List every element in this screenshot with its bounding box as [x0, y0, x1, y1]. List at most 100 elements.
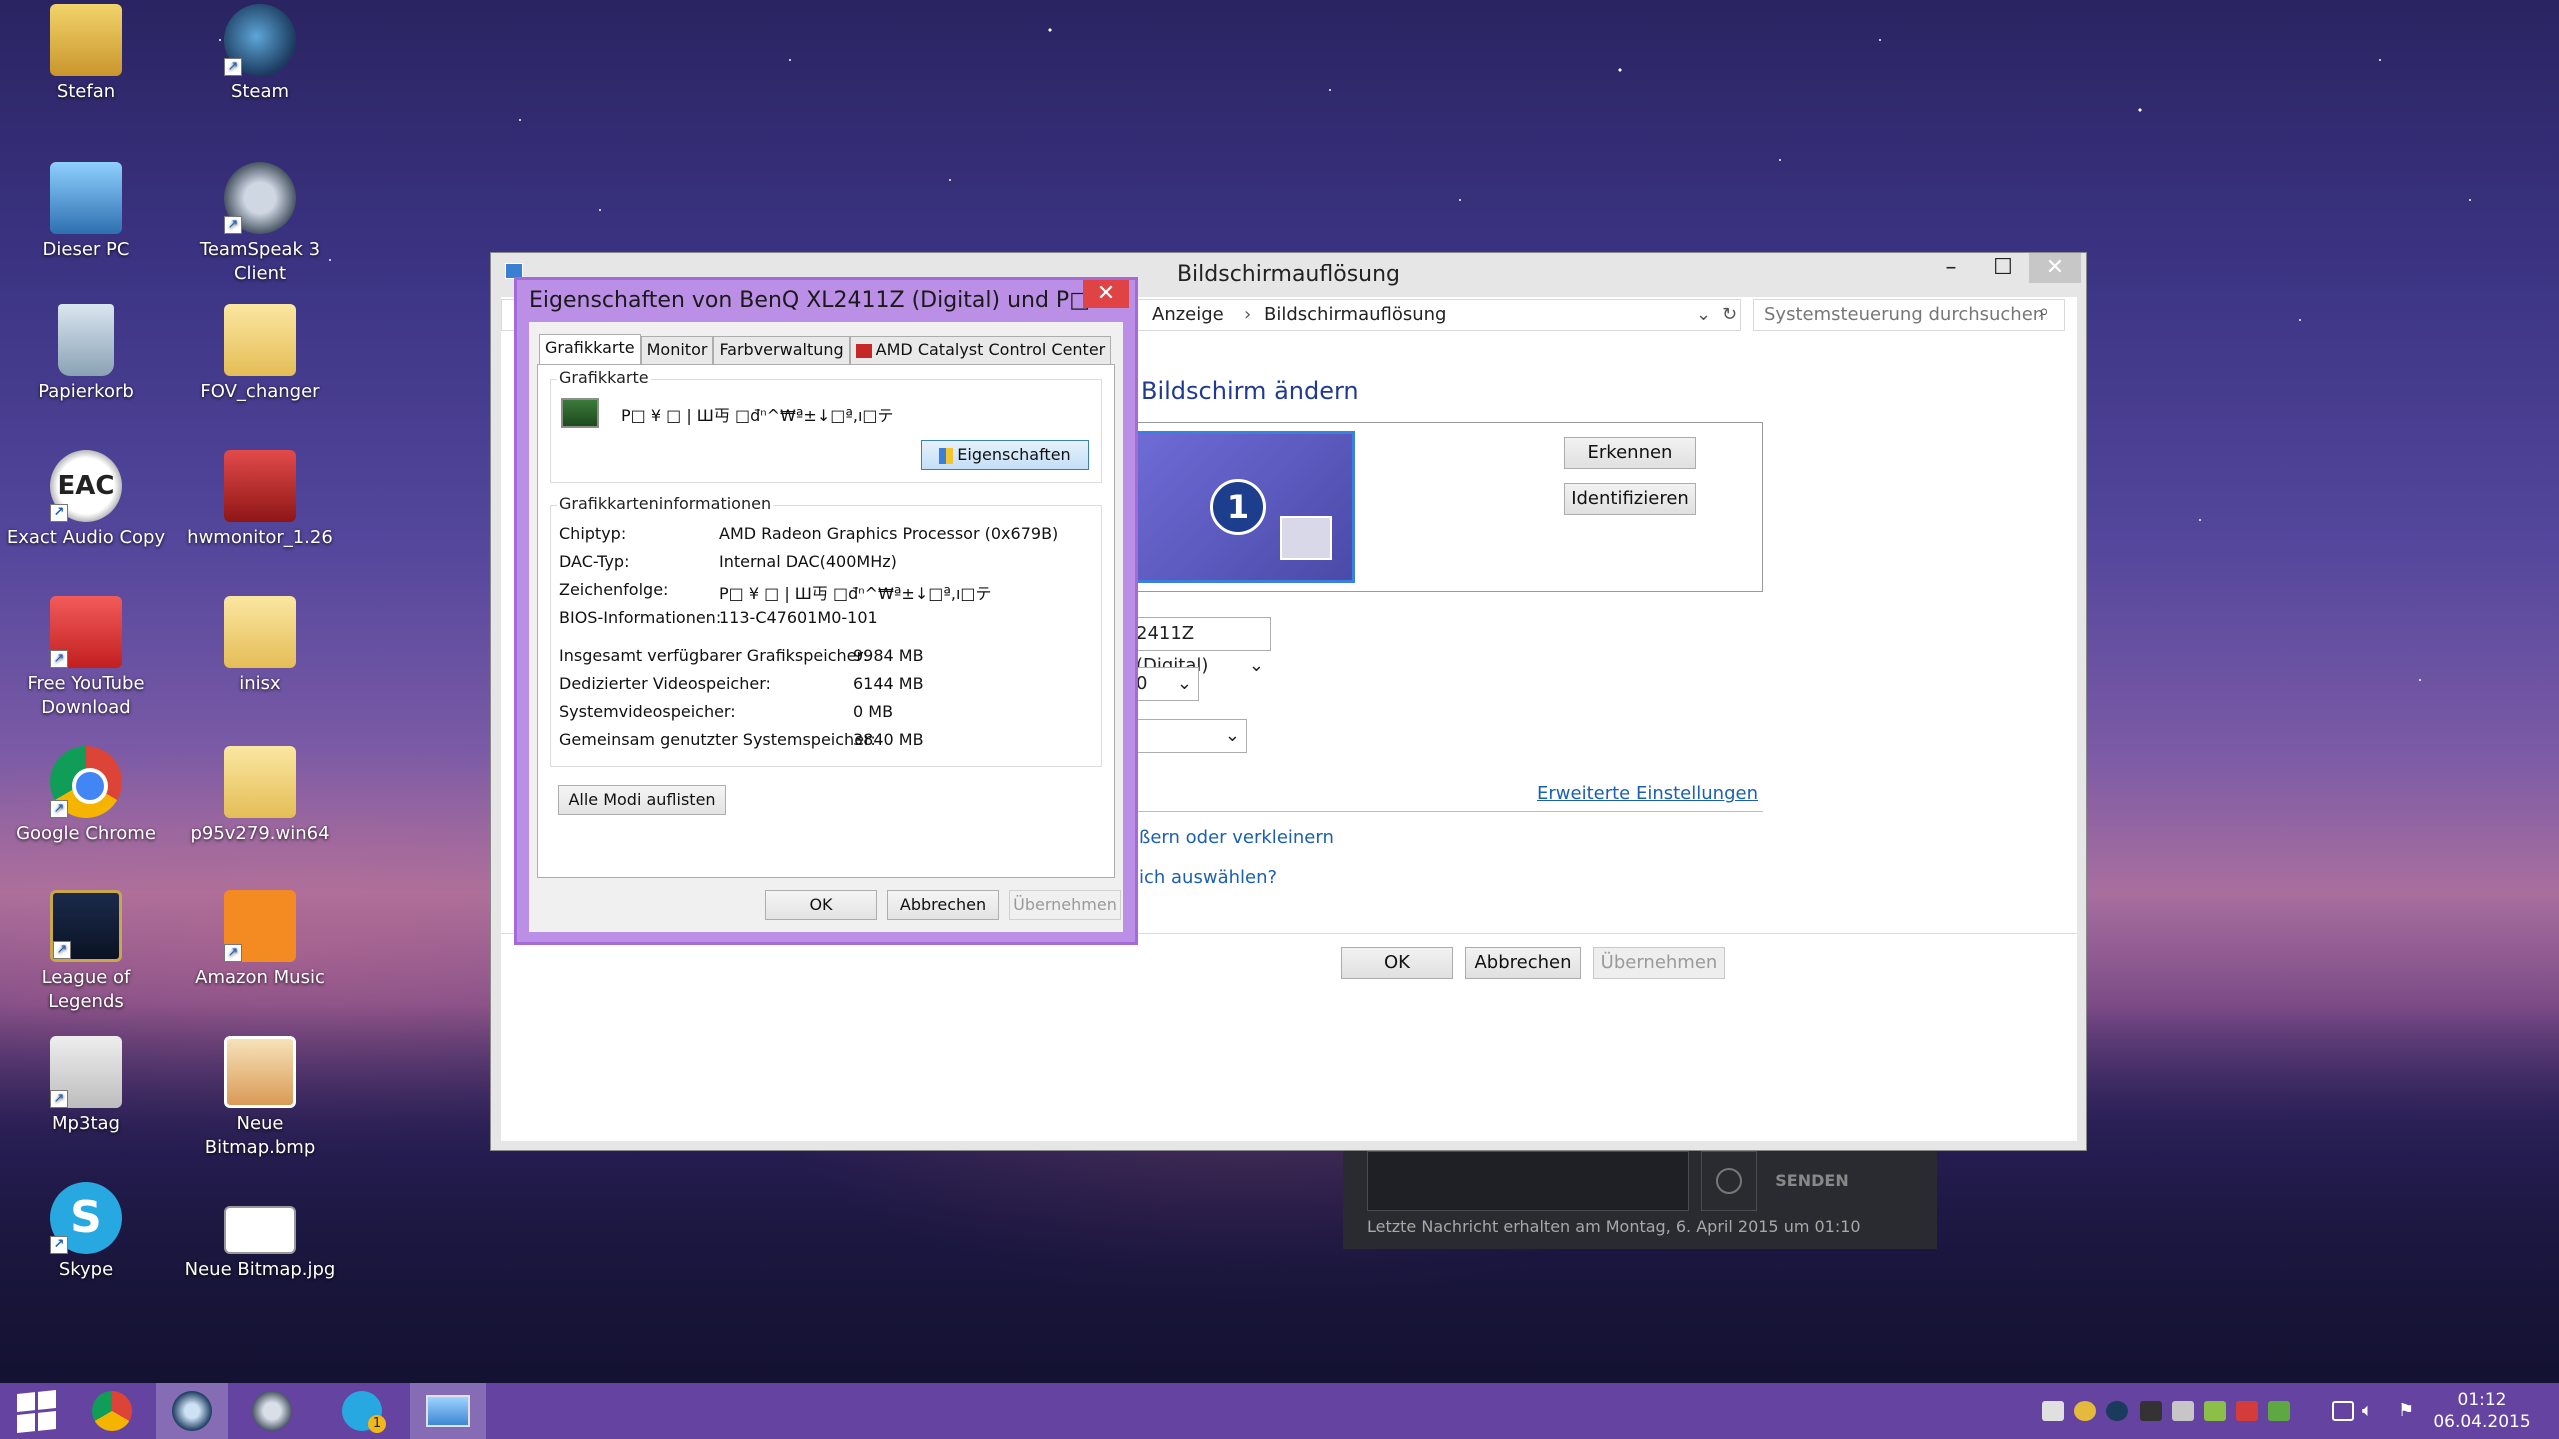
- info-value: AMD Radeon Graphics Processor (0x679B): [719, 524, 1059, 543]
- taskbar: 1 🔈︎ ⚑ 01:12 06.04.2015: [0, 1383, 2559, 1439]
- tray-hardware-icon[interactable]: [2204, 1401, 2226, 1421]
- desktop-icon-mp3tag[interactable]: ↗ Mp3tag: [6, 1036, 166, 1136]
- tab-monitor[interactable]: Monitor: [640, 336, 714, 364]
- start-button[interactable]: [0, 1383, 72, 1439]
- desktop-icon-papierkorb[interactable]: Papierkorb: [6, 304, 166, 404]
- tray-logitech-icon[interactable]: [2140, 1401, 2162, 1421]
- tray-settings-icon[interactable]: [2172, 1401, 2194, 1421]
- dialog-ok-button[interactable]: OK: [765, 890, 877, 920]
- chevron-down-icon[interactable]: ⌄: [1696, 300, 1711, 330]
- resolution-select[interactable]: 0 ⌄: [1131, 667, 1199, 701]
- bitmap-icon: [224, 1036, 296, 1108]
- divider: [1131, 811, 1763, 812]
- advanced-settings-link[interactable]: Erweiterte Einstellungen: [1537, 783, 1758, 804]
- desktop-icon-neue-bitmap-bmp[interactable]: Neue Bitmap.bmp: [180, 1036, 340, 1160]
- desktop-icon-dieser-pc[interactable]: Dieser PC: [6, 162, 166, 262]
- tray-norton-icon[interactable]: [2074, 1401, 2096, 1421]
- tab-amd-catalyst[interactable]: AMD Catalyst Control Center: [849, 336, 1112, 364]
- taskbar-control-panel[interactable]: [410, 1383, 486, 1439]
- eac-icon: EAC ↗: [50, 450, 122, 522]
- minimize-button[interactable]: –: [1925, 253, 1977, 283]
- teamspeak-icon: [252, 1391, 292, 1431]
- identify-button[interactable]: Identifizieren: [1564, 483, 1696, 515]
- desktop-icon-neue-bitmap-jpg[interactable]: Neue Bitmap.jpg: [180, 1182, 340, 1282]
- taskbar-teamspeak[interactable]: [236, 1383, 308, 1439]
- search-input[interactable]: Systemsteuerung durchsuchen: [1753, 299, 2065, 331]
- clock-time: 01:12: [2457, 1390, 2507, 1410]
- skype-icon: S ↗: [50, 1182, 122, 1254]
- detect-button[interactable]: Erkennen: [1564, 437, 1696, 469]
- minimize-icon: –: [1945, 255, 1957, 280]
- recycle-bin-icon: [58, 304, 114, 376]
- cancel-button[interactable]: Abbrechen: [1465, 947, 1581, 979]
- breadcrumb-anzeige[interactable]: Anzeige: [1152, 300, 1224, 330]
- info-value: P□ ¥ □ | Ш丏 □đⁿ^₩ª±↓□ª,ı□テ: [719, 584, 992, 603]
- desktop-icon-fov-changer[interactable]: FOV_changer: [180, 304, 340, 404]
- desktop-icon-hwmonitor[interactable]: hwmonitor_1.26: [180, 450, 340, 550]
- tab-bar: Grafikkarte Monitor Farbverwaltung AMD C…: [539, 334, 1112, 364]
- desktop-icon-steam[interactable]: ↗ Steam: [180, 4, 340, 104]
- orientation-select[interactable]: ⌄: [1131, 719, 1247, 753]
- shield-icon: [939, 447, 954, 464]
- info-value: 113-C47601M0-101: [719, 608, 878, 627]
- mp3tag-icon: ↗: [50, 1036, 122, 1108]
- folder-icon: [224, 304, 296, 376]
- action-center-flag-icon[interactable]: ⚑: [2398, 1401, 2420, 1421]
- ok-button[interactable]: OK: [1341, 947, 1453, 979]
- tray-steam-icon[interactable]: [2106, 1401, 2128, 1421]
- maximize-button[interactable]: ☐: [1977, 253, 2029, 283]
- monitor-1-tile[interactable]: 1: [1132, 431, 1355, 583]
- desktop-icon-free-youtube-download[interactable]: ↗ Free YouTube Download: [6, 596, 166, 720]
- dialog-cancel-button[interactable]: Abbrechen: [887, 890, 999, 920]
- tab-grafikkarte[interactable]: Grafikkarte: [539, 334, 641, 364]
- tray-app-icon[interactable]: [2042, 1401, 2064, 1421]
- refresh-icon[interactable]: ↻: [1722, 300, 1737, 330]
- desktop-icon-label: Papierkorb: [38, 381, 134, 402]
- breadcrumb-bildschirmaufloesung[interactable]: Bildschirmauflösung: [1264, 300, 1447, 330]
- close-button[interactable]: ✕: [2029, 253, 2081, 283]
- desktop-icon-inisx[interactable]: inisx: [180, 596, 340, 696]
- desktop-icon-skype[interactable]: S ↗ Skype: [6, 1182, 166, 1282]
- desktop-icon-label: Exact Audio Copy: [6, 527, 166, 548]
- desktop-icon-amazon-music[interactable]: ↗ Amazon Music: [180, 890, 340, 990]
- display-select[interactable]: 2411Z (Digital) ⌄: [1131, 617, 1271, 676]
- memory-value: 9984 MB: [853, 646, 924, 665]
- emoticon-button[interactable]: [1701, 1151, 1757, 1211]
- close-icon: ✕: [2045, 255, 2065, 280]
- tray-nvidia-icon[interactable]: [2268, 1401, 2290, 1421]
- memory-value: 0 MB: [853, 702, 894, 721]
- tray-amd-icon[interactable]: [2236, 1401, 2258, 1421]
- taskbar-skype[interactable]: 1: [326, 1383, 398, 1439]
- list-all-modes-button[interactable]: Alle Modi auflisten: [558, 785, 726, 815]
- desktop-icon-google-chrome[interactable]: ↗ Google Chrome: [6, 746, 166, 846]
- control-panel-icon: [426, 1395, 470, 1427]
- dialog-close-button[interactable]: ✕: [1083, 280, 1129, 308]
- info-group-label: Grafikkarteninformationen: [557, 494, 774, 513]
- text-size-link[interactable]: ßern oder verkleinern: [1139, 827, 1334, 848]
- computer-icon: [50, 162, 122, 234]
- folder-icon: [224, 596, 296, 668]
- apply-button[interactable]: Übernehmen: [1593, 947, 1725, 979]
- system-clock[interactable]: 01:12 06.04.2015: [2427, 1389, 2537, 1433]
- taskbar-chrome[interactable]: [76, 1383, 148, 1439]
- desktop-icon-stefan[interactable]: Stefan: [6, 4, 166, 104]
- chat-message-input[interactable]: [1367, 1151, 1689, 1211]
- desktop-icon-league-of-legends[interactable]: ↗ League of Legends: [6, 890, 166, 1014]
- desktop-icon-label: p95v279.win64: [190, 823, 330, 844]
- adapter-properties-button[interactable]: Eigenschaften: [921, 440, 1089, 470]
- desktop-icon-exact-audio-copy[interactable]: EAC ↗ Exact Audio Copy: [6, 450, 166, 550]
- which-settings-link[interactable]: ich auswählen?: [1139, 867, 1277, 888]
- graphics-card-icon: [561, 398, 599, 428]
- chevron-down-icon: ⌄: [1176, 673, 1192, 694]
- volume-icon[interactable]: 🔈︎: [2362, 1401, 2384, 1421]
- taskbar-steam[interactable]: [156, 1383, 228, 1439]
- dialog-apply-button[interactable]: Übernehmen: [1009, 890, 1121, 920]
- desktop-icon-teamspeak[interactable]: ↗ TeamSpeak 3 Client: [180, 162, 340, 286]
- desktop-icon-label: Google Chrome: [16, 823, 156, 844]
- memory-label: Dedizierter Videospeicher:: [559, 674, 771, 693]
- network-icon[interactable]: [2332, 1401, 2354, 1421]
- tab-farbverwaltung[interactable]: Farbverwaltung: [713, 336, 850, 364]
- send-button[interactable]: SENDEN: [1767, 1151, 1857, 1211]
- desktop-icon-p95[interactable]: p95v279.win64: [180, 746, 340, 846]
- search-icon[interactable]: ⌕: [2039, 301, 2049, 322]
